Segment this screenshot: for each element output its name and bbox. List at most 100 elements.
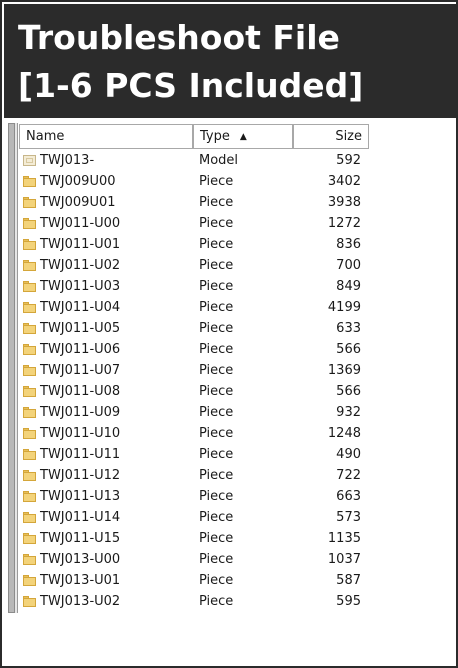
file-size: 849: [336, 279, 361, 294]
file-type: Piece: [199, 552, 234, 567]
folder-icon: [23, 365, 36, 376]
file-row[interactable]: TWJ011-U06 Piece 566: [19, 339, 369, 360]
file-size: 592: [336, 153, 361, 168]
file-size: 1037: [327, 552, 361, 567]
file-type: Model: [199, 153, 239, 168]
file-type: Piece: [199, 300, 234, 315]
file-name: TWJ013-U00: [40, 552, 121, 567]
sort-ascending-icon: ▲: [239, 132, 247, 142]
folder-icon: [23, 596, 36, 607]
folder-icon: [23, 323, 36, 334]
file-type: Piece: [199, 573, 234, 588]
file-name: TWJ011-U01: [40, 237, 121, 252]
file-name: TWJ011-U11: [40, 447, 121, 462]
file-row[interactable]: TWJ011-U14 Piece 573: [19, 507, 369, 528]
folder-icon: [23, 554, 36, 565]
file-size: 4199: [327, 300, 361, 315]
file-list: Name Type ▲ Size TWJ013- Model 592 TWJ009U00…: [19, 124, 369, 616]
file-type: Piece: [199, 468, 234, 483]
folder-icon: [23, 260, 36, 271]
file-size: 566: [336, 384, 361, 399]
file-row[interactable]: TWJ011-U09 Piece 932: [19, 402, 369, 423]
banner-title: Troubleshoot File: [18, 18, 340, 57]
file-size: 595: [336, 594, 361, 609]
folder-icon: [23, 533, 36, 544]
file-type: Piece: [199, 321, 234, 336]
file-type: Piece: [199, 510, 234, 525]
splitter[interactable]: [15, 123, 18, 613]
file-row[interactable]: TWJ011-U02 Piece 700: [19, 255, 369, 276]
file-row[interactable]: TWJ011-U15 Piece 1135: [19, 528, 369, 549]
file-size: 566: [336, 342, 361, 357]
file-size: 1248: [327, 426, 361, 441]
folder-icon: [23, 344, 36, 355]
file-name: TWJ011-U05: [40, 321, 121, 336]
file-type: Piece: [199, 258, 234, 273]
model-icon: [23, 155, 36, 166]
file-name: TWJ011-U12: [40, 468, 121, 483]
file-row[interactable]: TWJ013-U01 Piece 587: [19, 570, 369, 591]
folder-icon: [23, 176, 36, 187]
folder-icon: [23, 218, 36, 229]
file-size: 1272: [327, 216, 361, 231]
file-name: TWJ011-U15: [40, 531, 121, 546]
file-name: TWJ011-U10: [40, 426, 121, 441]
file-row[interactable]: TWJ013- Model 592: [19, 150, 369, 171]
folder-icon: [23, 407, 36, 418]
file-row[interactable]: TWJ009U00 Piece 3402: [19, 171, 369, 192]
file-name: TWJ013-U02: [40, 594, 121, 609]
file-type: Piece: [199, 426, 234, 441]
column-header-name-label: Name: [26, 129, 65, 144]
file-row[interactable]: TWJ011-U04 Piece 4199: [19, 297, 369, 318]
file-name: TWJ011-U03: [40, 279, 121, 294]
file-size: 836: [336, 237, 361, 252]
file-row[interactable]: TWJ011-U01 Piece 836: [19, 234, 369, 255]
title-banner: Troubleshoot File [1-6 PCS Included]: [4, 4, 458, 118]
file-size: 663: [336, 489, 361, 504]
file-row[interactable]: TWJ013-U00 Piece 1037: [19, 549, 369, 570]
file-name: TWJ011-U06: [40, 342, 121, 357]
image-frame: Troubleshoot File [1-6 PCS Included] Nam…: [0, 0, 458, 668]
banner-subtitle: [1-6 PCS Included]: [18, 66, 364, 105]
file-row[interactable]: TWJ013-U02 Piece 595: [19, 591, 369, 612]
file-row[interactable]: TWJ011-U11 Piece 490: [19, 444, 369, 465]
file-name: TWJ011-U14: [40, 510, 121, 525]
file-type: Piece: [199, 342, 234, 357]
file-type: Piece: [199, 174, 234, 189]
file-size: 1369: [327, 363, 361, 378]
file-row[interactable]: TWJ011-U00 Piece 1272: [19, 213, 369, 234]
folder-icon: [23, 449, 36, 460]
file-name: TWJ013-: [40, 153, 95, 168]
file-name: TWJ011-U00: [40, 216, 121, 231]
file-size: 490: [336, 447, 361, 462]
file-row[interactable]: TWJ011-U12 Piece 722: [19, 465, 369, 486]
column-header-type[interactable]: Type ▲: [193, 124, 293, 149]
file-row[interactable]: TWJ011-U08 Piece 566: [19, 381, 369, 402]
file-size: 3938: [327, 195, 361, 210]
file-type: Piece: [199, 531, 234, 546]
file-row[interactable]: TWJ011-U10 Piece 1248: [19, 423, 369, 444]
file-type: Piece: [199, 384, 234, 399]
file-type: Piece: [199, 237, 234, 252]
file-type: Piece: [199, 216, 234, 231]
column-header-name[interactable]: Name: [19, 124, 193, 149]
file-row[interactable]: TWJ011-U07 Piece 1369: [19, 360, 369, 381]
folder-icon: [23, 386, 36, 397]
folder-icon: [23, 281, 36, 292]
file-name: TWJ009U00: [40, 174, 116, 189]
file-row[interactable]: TWJ009U01 Piece 3938: [19, 192, 369, 213]
file-size: 722: [336, 468, 361, 483]
file-name: TWJ011-U02: [40, 258, 121, 273]
file-row[interactable]: TWJ011-U05 Piece 633: [19, 318, 369, 339]
folder-icon: [23, 470, 36, 481]
folder-icon: [23, 197, 36, 208]
column-header-size[interactable]: Size: [293, 124, 369, 149]
file-type: Piece: [199, 279, 234, 294]
folder-icon: [23, 428, 36, 439]
file-row[interactable]: TWJ011-U13 Piece 663: [19, 486, 369, 507]
file-size: 700: [336, 258, 361, 273]
file-name: TWJ011-U13: [40, 489, 121, 504]
file-row[interactable]: TWJ011-U03 Piece 849: [19, 276, 369, 297]
left-panel-edge: [8, 123, 15, 613]
file-name: TWJ011-U07: [40, 363, 121, 378]
